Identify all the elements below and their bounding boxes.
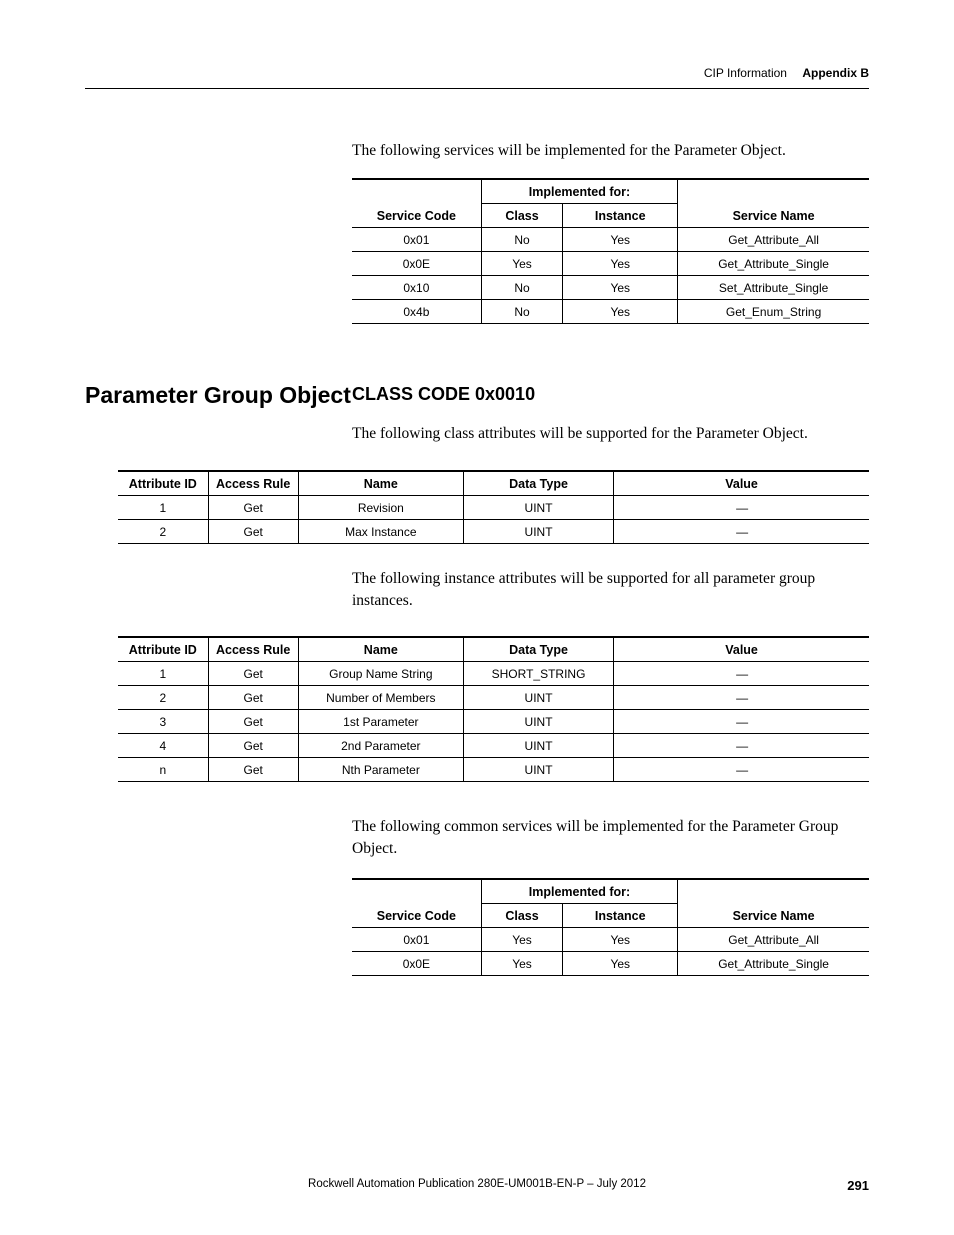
footer-text: Rockwell Automation Publication 280E-UM0… [308, 1178, 646, 1190]
instance-attrs-table: Attribute ID Access Rule Name Data Type … [118, 636, 869, 782]
table-row: 4 Get 2nd Parameter UINT — [118, 734, 869, 758]
th-instance: Instance [563, 204, 678, 228]
table-row: 2 Get Max Instance UINT — [118, 520, 869, 544]
table-row: 1 Get Revision UINT — [118, 496, 869, 520]
table-row: n Get Nth Parameter UINT — [118, 758, 869, 782]
th-implemented-for: Implemented for: [481, 879, 677, 904]
th-value: Value [614, 637, 869, 662]
section-heading: Parameter Group Object [85, 382, 351, 409]
header-section: CIP Information [704, 66, 787, 80]
th-instance: Instance [563, 904, 678, 928]
table-row: 0x10 No Yes Set_Attribute_Single [352, 276, 869, 300]
th-access-rule: Access Rule [208, 637, 298, 662]
page-footer: Rockwell Automation Publication 280E-UM0… [85, 1178, 869, 1190]
th-service-code: Service Code [352, 904, 481, 928]
table-row: 0x01 Yes Yes Get_Attribute_All [352, 928, 869, 952]
intro-para-1: The following services will be implement… [352, 140, 869, 162]
page-number: 291 [847, 1178, 869, 1193]
th-data-type: Data Type [463, 471, 613, 496]
th-value: Value [614, 471, 869, 496]
para-common-services: The following common services will be im… [352, 816, 869, 859]
table-row: 3 Get 1st Parameter UINT — [118, 710, 869, 734]
para-class-attrs: The following class attributes will be s… [352, 423, 869, 445]
services-table-1: Implemented for: Service Code Class Inst… [352, 178, 869, 324]
th-name: Name [298, 471, 463, 496]
class-attrs-table: Attribute ID Access Rule Name Data Type … [118, 470, 869, 544]
th-data-type: Data Type [463, 637, 613, 662]
table-row: 0x0E Yes Yes Get_Attribute_Single [352, 952, 869, 976]
th-name: Name [298, 637, 463, 662]
th-service-name: Service Name [678, 904, 869, 928]
th-attr-id: Attribute ID [118, 637, 208, 662]
class-code-heading: CLASS CODE 0x0010 [352, 384, 869, 405]
th-class: Class [481, 204, 563, 228]
table-row: 0x01 No Yes Get_Attribute_All [352, 228, 869, 252]
table-row: 0x0E Yes Yes Get_Attribute_Single [352, 252, 869, 276]
th-service-code: Service Code [352, 204, 481, 228]
para-instance-attrs: The following instance attributes will b… [352, 568, 869, 611]
table-row: 1 Get Group Name String SHORT_STRING — [118, 662, 869, 686]
header-appendix: Appendix B [802, 66, 869, 80]
services-table-2: Implemented for: Service Code Class Inst… [352, 878, 869, 976]
page-header: CIP Information Appendix B [85, 66, 869, 89]
th-access-rule: Access Rule [208, 471, 298, 496]
table-row: 0x4b No Yes Get_Enum_String [352, 300, 869, 324]
th-service-name: Service Name [678, 204, 869, 228]
th-class: Class [481, 904, 563, 928]
table-row: 2 Get Number of Members UINT — [118, 686, 869, 710]
th-implemented-for: Implemented for: [481, 179, 677, 204]
th-attr-id: Attribute ID [118, 471, 208, 496]
